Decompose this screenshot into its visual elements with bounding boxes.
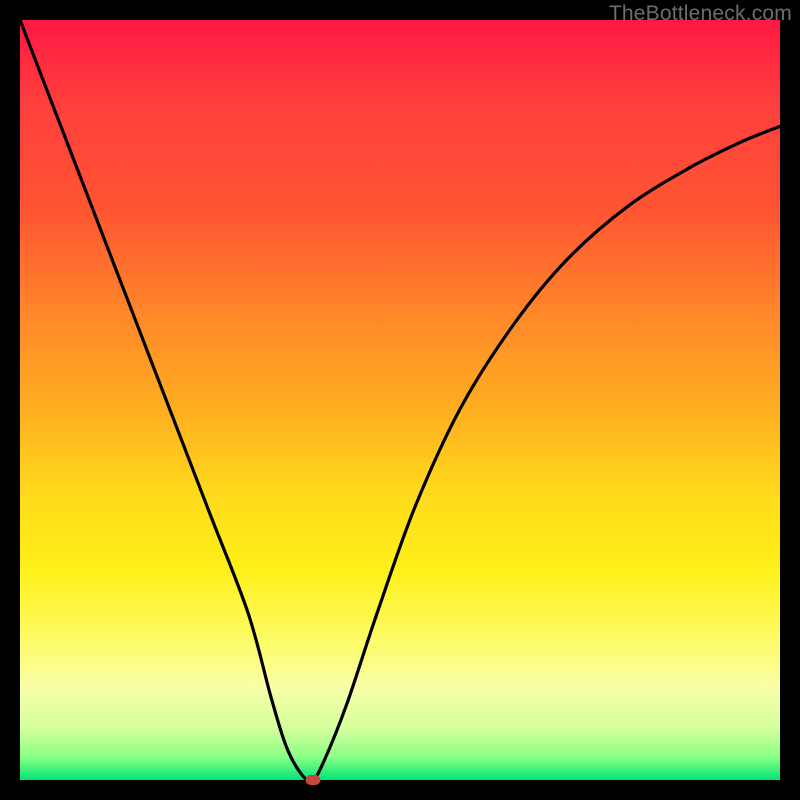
curve-svg [20, 20, 780, 780]
plot-area [20, 20, 780, 780]
bottleneck-curve [20, 20, 780, 780]
optimal-point-marker [305, 775, 320, 785]
chart-frame: TheBottleneck.com [0, 0, 800, 800]
